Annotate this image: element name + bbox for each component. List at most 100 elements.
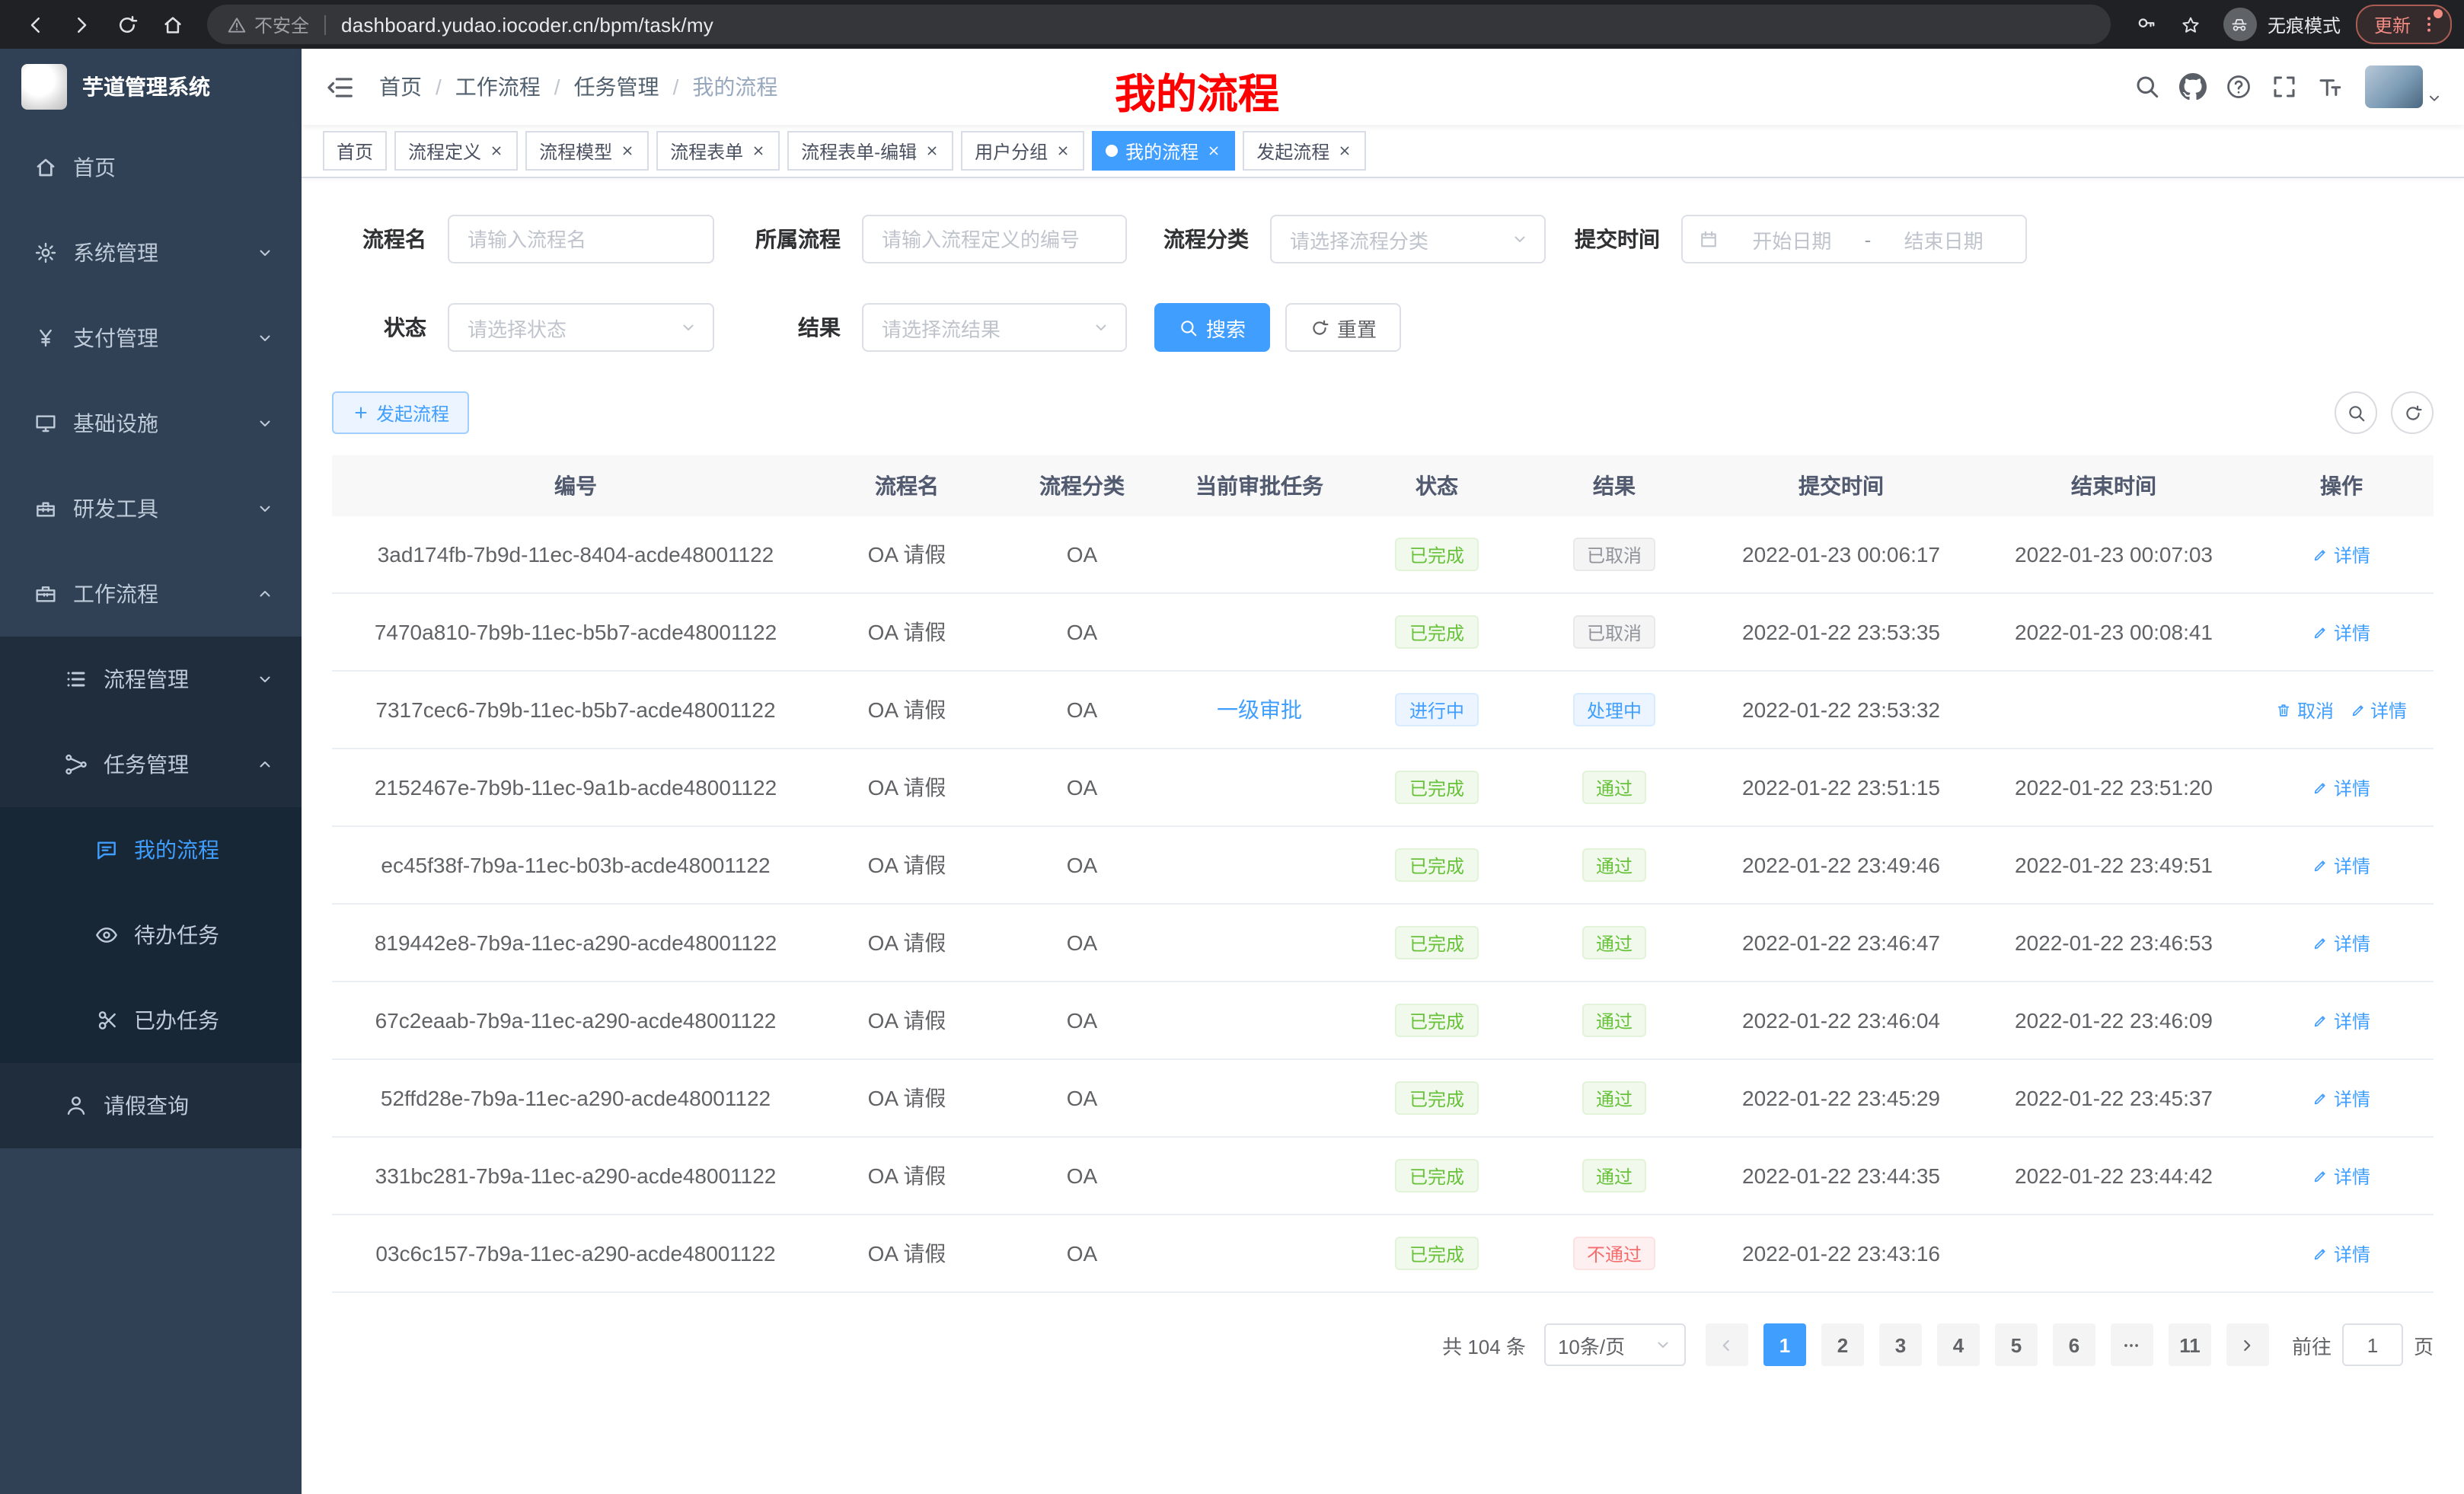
detail-action-button[interactable]: 详情 — [2349, 697, 2407, 723]
tab-process-form-edit[interactable]: 流程表单-编辑 — [787, 131, 953, 171]
search-button[interactable]: 搜索 — [1154, 303, 1270, 352]
goto-page-input[interactable] — [2342, 1323, 2403, 1366]
sidebar-item-my-process[interactable]: 我的流程 — [0, 807, 302, 892]
address-bar[interactable]: 不安全 dashboard.yudao.iocoder.cn/bpm/task/… — [207, 5, 2111, 44]
detail-action-button[interactable]: 详情 — [2312, 852, 2370, 878]
search-icon[interactable] — [2124, 64, 2170, 110]
close-icon[interactable] — [489, 143, 504, 158]
fullscreen-icon[interactable] — [2261, 64, 2307, 110]
tab-label: 流程表单 — [670, 138, 743, 164]
more-pages-button[interactable] — [2111, 1323, 2153, 1366]
page-button[interactable]: 3 — [1879, 1323, 1922, 1366]
cell-id: 331bc281-7b9a-11ec-a290-acde48001122 — [332, 1137, 819, 1215]
avatar[interactable] — [2365, 65, 2423, 108]
browser-home-icon[interactable] — [152, 5, 192, 44]
reset-button[interactable]: 重置 — [1285, 303, 1401, 352]
breadcrumb-link[interactable]: 工作流程 — [455, 72, 541, 102]
tab-start-process[interactable]: 发起流程 — [1243, 131, 1366, 171]
detail-action-button[interactable]: 详情 — [2312, 774, 2370, 800]
detail-action-button[interactable]: 详情 — [2312, 1007, 2370, 1033]
browser-reload-icon[interactable] — [107, 5, 146, 44]
sidebar-item-leave-query[interactable]: 请假查询 — [0, 1063, 302, 1148]
close-icon[interactable] — [1337, 143, 1352, 158]
category-select[interactable]: 请选择流程分类 — [1270, 215, 1546, 263]
table-row: 3ad174fb-7b9d-11ec-8404-acde48001122OA 请… — [332, 516, 2434, 593]
status-select[interactable]: 请选择状态 — [448, 303, 714, 352]
sidebar-item-workflow[interactable]: 工作流程 — [0, 551, 302, 637]
close-icon[interactable] — [924, 143, 940, 158]
sidebar-item-dev-tools[interactable]: 研发工具 — [0, 466, 302, 551]
close-icon[interactable] — [1055, 143, 1071, 158]
page-button[interactable]: 6 — [2053, 1323, 2095, 1366]
sidebar-item-todo-tasks[interactable]: 待办任务 — [0, 892, 302, 978]
tab-process-form[interactable]: 流程表单 — [656, 131, 780, 171]
detail-action-button[interactable]: 详情 — [2312, 1240, 2370, 1266]
page-button[interactable]: 4 — [1937, 1323, 1980, 1366]
close-icon[interactable] — [620, 143, 635, 158]
user-menu[interactable] — [2365, 65, 2443, 108]
update-button[interactable]: 更新 — [2356, 5, 2452, 44]
tab-home[interactable]: 首页 — [323, 131, 387, 171]
submit-time-range-picker[interactable]: 开始日期 - 结束日期 — [1681, 215, 2027, 263]
result-select[interactable]: 请选择流结果 — [862, 303, 1127, 352]
detail-action-button[interactable]: 详情 — [2312, 1085, 2370, 1111]
close-icon[interactable] — [1206, 143, 1221, 158]
status-label: 状态 — [332, 312, 448, 343]
page-button[interactable]: 5 — [1995, 1323, 2038, 1366]
browser-chrome: 不安全 dashboard.yudao.iocoder.cn/bpm/task/… — [0, 0, 2464, 49]
detail-action-button[interactable]: 详情 — [2312, 930, 2370, 956]
not-secure-warning-icon — [227, 14, 247, 34]
cell-category: OA — [994, 516, 1170, 593]
detail-action-button[interactable]: 详情 — [2312, 1163, 2370, 1189]
detail-action-button[interactable]: 详情 — [2312, 619, 2370, 645]
toggle-search-button[interactable] — [2335, 391, 2377, 434]
result-badge: 通过 — [1582, 771, 1646, 804]
browser-back-icon[interactable] — [15, 5, 55, 44]
eye-icon — [94, 923, 119, 947]
logo-image — [21, 64, 67, 110]
sidebar-item-process-management[interactable]: 流程管理 — [0, 637, 302, 722]
status-badge: 已完成 — [1396, 926, 1478, 959]
page-button[interactable]: 1 — [1763, 1323, 1806, 1366]
current-task-link[interactable]: 一级审批 — [1217, 698, 1302, 722]
page-size-select[interactable]: 10条/页 — [1544, 1323, 1686, 1366]
page-button[interactable]: 11 — [2169, 1323, 2211, 1366]
breadcrumb-link[interactable]: 首页 — [379, 72, 422, 102]
browser-menu-button[interactable] — [2415, 11, 2443, 38]
cell-category: OA — [994, 982, 1170, 1059]
tab-user-group[interactable]: 用户分组 — [961, 131, 1084, 171]
hamburger-icon[interactable] — [302, 72, 379, 101]
tab-my-process[interactable]: 我的流程 — [1092, 131, 1235, 171]
process-def-input[interactable] — [862, 215, 1127, 263]
password-key-icon[interactable] — [2126, 5, 2166, 44]
column-header: 编号 — [332, 455, 819, 516]
edit-icon — [2312, 1012, 2329, 1029]
next-page-button[interactable] — [2226, 1323, 2269, 1366]
font-size-icon[interactable] — [2307, 64, 2353, 110]
bookmark-star-icon[interactable] — [2172, 5, 2211, 44]
github-icon[interactable] — [2170, 64, 2216, 110]
goto-page: 前往 页 — [2292, 1323, 2434, 1366]
sidebar-item-payment-management[interactable]: 支付管理 — [0, 295, 302, 381]
close-icon[interactable] — [751, 143, 766, 158]
sidebar-item-system-management[interactable]: 系统管理 — [0, 210, 302, 295]
tab-process-definition[interactable]: 流程定义 — [394, 131, 518, 171]
prev-page-button[interactable] — [1706, 1323, 1748, 1366]
refresh-table-button[interactable] — [2391, 391, 2434, 434]
process-name-input[interactable] — [448, 215, 714, 263]
sidebar-item-infrastructure[interactable]: 基础设施 — [0, 381, 302, 466]
result-badge: 不通过 — [1573, 1237, 1655, 1270]
breadcrumb-link[interactable]: 任务管理 — [574, 72, 659, 102]
sidebar-item-home[interactable]: 首页 — [0, 125, 302, 210]
sidebar-item-task-management[interactable]: 任务管理 — [0, 722, 302, 807]
detail-action-button[interactable]: 详情 — [2312, 541, 2370, 567]
column-header: 操作 — [2249, 455, 2434, 516]
browser-forward-icon[interactable] — [61, 5, 101, 44]
chevron-up-icon — [256, 755, 274, 774]
page-button[interactable]: 2 — [1821, 1323, 1864, 1366]
cancel-action-button[interactable]: 取消 — [2276, 697, 2334, 723]
tab-process-model[interactable]: 流程模型 — [525, 131, 649, 171]
help-icon[interactable] — [2216, 64, 2261, 110]
start-process-button[interactable]: 发起流程 — [332, 391, 469, 434]
sidebar-item-done-tasks[interactable]: 已办任务 — [0, 978, 302, 1063]
